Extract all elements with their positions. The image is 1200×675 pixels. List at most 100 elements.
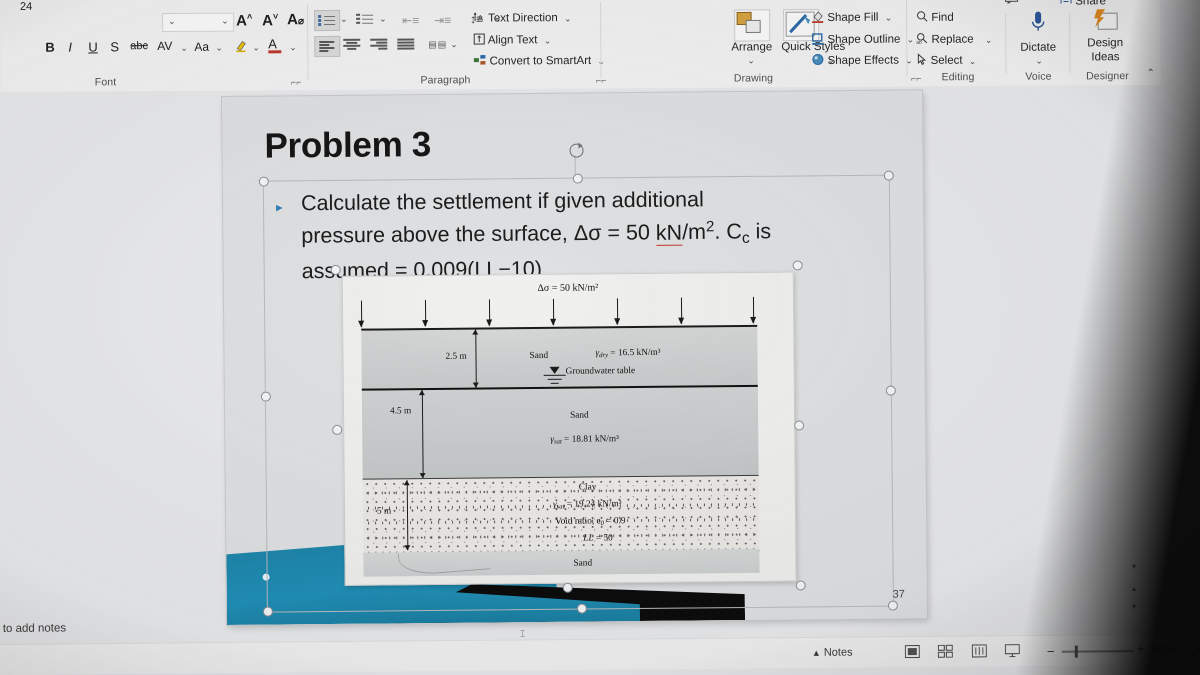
photographed-screen: Share ⌄ 24 ⌄ A˄ A˅ A⌀ B I U S abc AV ⌄ A… (0, 0, 1200, 675)
convert-smartart-label: Convert to SmartArt (489, 54, 592, 68)
slideshow-button[interactable] (1004, 644, 1020, 662)
bullets-button[interactable] (314, 9, 341, 32)
arrange-icon[interactable] (734, 9, 771, 42)
font-size-chevron-icon[interactable]: ⌄ (168, 16, 176, 27)
microphone-icon[interactable] (1029, 10, 1047, 41)
slide-sorter-button[interactable] (937, 644, 953, 663)
zoom-out-button[interactable]: − (1047, 644, 1055, 659)
layer3-unit-weight-label: γsat = 19.24 kN/m³ (552, 499, 622, 511)
fig-handle-bottom-center[interactable] (562, 582, 573, 593)
bold-button[interactable]: B (45, 40, 54, 55)
resize-handle-top-left[interactable] (258, 176, 269, 187)
design-ideas-label-2[interactable]: Ideas (1091, 51, 1119, 63)
zoom-level-label: 81% (1151, 643, 1174, 656)
align-text-chevron-icon[interactable]: ⌄ (544, 35, 552, 45)
character-spacing-chevron-icon[interactable]: ⌄ (180, 43, 188, 54)
replace-chevron-icon[interactable]: ⌄ (985, 34, 993, 44)
zoom-slider-thumb[interactable] (1074, 645, 1078, 658)
increase-indent-icon[interactable]: ⇥≡ (434, 13, 451, 27)
slide[interactable]: Problem 3 ▸ Calculate the settlement if … (222, 90, 928, 625)
fig-handle-top-right[interactable] (792, 260, 803, 271)
design-ideas-icon[interactable] (1091, 7, 1119, 38)
reading-view-button[interactable] (971, 644, 987, 662)
fig-handle-middle-right[interactable] (794, 420, 805, 431)
decrease-indent-icon[interactable]: ⇤≡ (402, 13, 419, 27)
ribbon: Share ⌄ 24 ⌄ A˄ A˅ A⌀ B I U S abc AV ⌄ A… (0, 0, 1161, 92)
convert-to-smartart-button[interactable]: Convert to SmartArt ⌄ (473, 53, 605, 69)
font-color-chevron-icon[interactable]: ⌄ (289, 42, 297, 53)
shape-fill-button[interactable]: Shape Fill ⌄ (811, 10, 892, 26)
dictate-chevron-icon[interactable]: ⌄ (1035, 56, 1043, 67)
next-slide-button[interactable]: ▾ (1132, 596, 1148, 611)
font-group-label: Font (94, 76, 117, 89)
find-button[interactable]: Find (916, 10, 954, 25)
columns-icon[interactable]: ▤▤ (428, 39, 447, 50)
notes-button[interactable]: ▲ Notes (812, 647, 853, 659)
align-center-icon (343, 38, 361, 50)
font-dialog-launcher[interactable]: ⌐⌐ (291, 77, 302, 87)
grow-font-button[interactable]: A˄ (236, 11, 252, 29)
character-spacing-button[interactable]: AV (157, 39, 172, 53)
fig-handle-bottom-right[interactable] (795, 580, 806, 591)
text-shadow-button[interactable]: S (110, 39, 119, 54)
strikethrough-button[interactable]: abc (130, 40, 148, 52)
voice-group-label: Voice (1025, 70, 1052, 83)
slide-number: 37 (892, 588, 905, 601)
drawing-group-label: Drawing (733, 72, 774, 85)
underline-button[interactable]: U (88, 39, 97, 54)
figure-selection (330, 260, 806, 593)
resize-handle-top-right[interactable] (883, 170, 894, 181)
group-divider (600, 2, 602, 79)
resize-handle-top-center[interactable] (572, 173, 583, 184)
text-highlight-color-button[interactable] (234, 38, 248, 57)
dictate-label[interactable]: Dictate (1020, 42, 1056, 54)
replace-label: Replace (931, 33, 974, 46)
select-chevron-icon[interactable]: ⌄ (969, 56, 977, 66)
fit-to-window-button[interactable] (1186, 643, 1200, 662)
highlight-chevron-icon[interactable]: ⌄ (252, 42, 260, 53)
rotation-stem (574, 155, 576, 176)
normal-view-button[interactable] (904, 644, 920, 663)
ribbon-group-drawing: ▣ ╲ ╲ ▭ ◯ ▭ △ ⌐ ⌐ ⇨ ⇩ ⌓ ᘯ ⌒ ∧ { } ☆ ▴ ▾ … (603, 0, 924, 88)
font-size-dropdown-icon[interactable]: ⌄ (221, 16, 229, 27)
fig-handle-middle-left[interactable] (332, 424, 343, 435)
change-case-button[interactable]: Aa (194, 40, 209, 54)
clear-formatting-button[interactable]: A⌀ (287, 11, 304, 28)
resize-handle-middle-left[interactable] (260, 391, 271, 402)
arrange-chevron-icon[interactable]: ⌄ (747, 55, 755, 66)
shape-outline-button[interactable]: Shape Outline ⌄ (811, 31, 914, 48)
align-text-button[interactable]: Align Text ⌄ (473, 33, 551, 48)
numbering-icon[interactable] (356, 13, 374, 27)
align-left-button[interactable] (314, 35, 341, 58)
text-direction-chevron-icon[interactable]: ⌄ (564, 13, 572, 23)
bullets-chevron-icon[interactable]: ⌄ (340, 14, 348, 25)
cursor-icon (916, 53, 927, 68)
collapse-ribbon-icon[interactable]: ⌃ (1146, 68, 1154, 79)
bullets-icon (318, 14, 336, 28)
ribbon-group-paragraph: ⌄ ⌄ ⇤≡ ⇥≡ ↕≡ ⌄ ▤▤ ⌄ A Text Direction ⌄ A… (310, 0, 607, 90)
scroll-down-button[interactable]: ▾ (1132, 556, 1148, 571)
text-direction-button[interactable]: A Text Direction ⌄ (473, 11, 572, 27)
svg-text:ab: ab (916, 40, 922, 45)
shrink-font-button[interactable]: A˅ (262, 11, 278, 29)
zoom-in-button[interactable]: + (1137, 641, 1145, 656)
page-title[interactable]: Problem 3 (264, 125, 431, 167)
previous-slide-button[interactable]: ▴ (1132, 578, 1148, 593)
fig-handle-top-left[interactable] (330, 264, 341, 275)
zoom-slider-track[interactable] (1061, 650, 1134, 653)
select-button[interactable]: Select ⌄ (916, 53, 976, 68)
italic-button[interactable]: I (68, 40, 72, 55)
columns-chevron-icon[interactable]: ⌄ (450, 39, 458, 50)
rotate-handle-icon[interactable] (569, 143, 584, 158)
design-ideas-label-1[interactable]: Design (1087, 37, 1123, 49)
ribbon-group-font: ⌄ 24 ⌄ A˄ A˅ A⌀ B I U S abc AV ⌄ Aa ⌄ ⌄ … (0, 0, 308, 92)
resize-handle-middle-right[interactable] (885, 385, 896, 396)
arrange-label[interactable]: Arrange (731, 41, 772, 53)
notes-prompt[interactable]: k to add notes (0, 622, 66, 635)
change-case-chevron-icon[interactable]: ⌄ (215, 43, 223, 54)
shape-fill-chevron-icon[interactable]: ⌄ (885, 13, 893, 23)
font-color-button[interactable]: A (268, 36, 282, 54)
shape-effects-button[interactable]: Shape Effects ⌄ (811, 52, 913, 69)
replace-button[interactable]: ab Replace ⌄ (916, 32, 992, 47)
numbering-chevron-icon[interactable]: ⌄ (379, 14, 387, 25)
